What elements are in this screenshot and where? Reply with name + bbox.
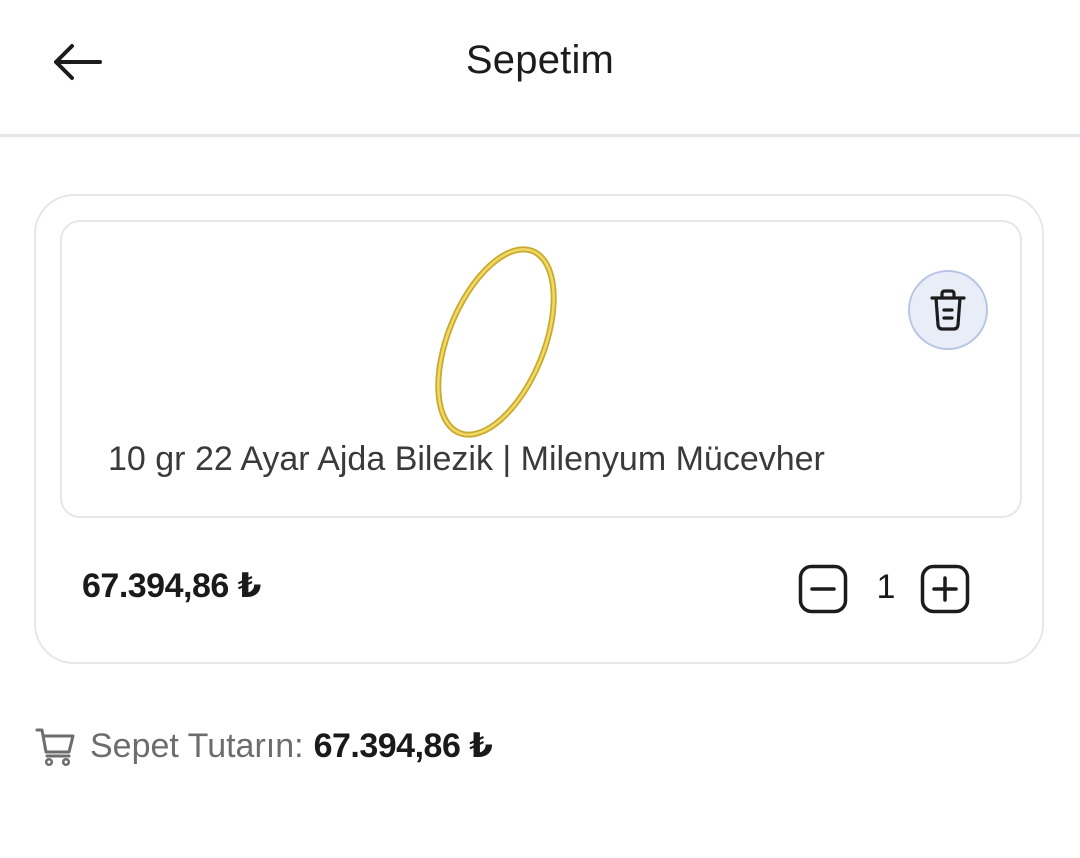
quantity-value: 1	[876, 568, 896, 606]
cart-summary: Sepet Tutarın: 67.394,86 ₺	[34, 722, 493, 770]
product-box[interactable]: 10 gr 22 Ayar Ajda Bilezik | Milenyum Mü…	[60, 220, 1022, 518]
item-price: 67.394,86 ₺	[82, 567, 261, 605]
product-name[interactable]: 10 gr 22 Ayar Ajda Bilezik | Milenyum Mü…	[108, 440, 825, 479]
decrease-quantity-button[interactable]	[798, 564, 848, 614]
minus-square-icon	[798, 564, 848, 614]
summary-total: 67.394,86 ₺	[313, 727, 493, 765]
increase-quantity-button[interactable]	[920, 564, 970, 614]
gold-bangle-image[interactable]	[426, 242, 566, 442]
app-header: Sepetim	[0, 0, 1080, 137]
page-title: Sepetim	[465, 38, 615, 82]
cart-icon	[34, 724, 78, 768]
summary-label: Sepet Tutarın:	[90, 726, 304, 765]
plus-square-icon	[920, 564, 970, 614]
trash-icon	[930, 289, 966, 331]
delete-button[interactable]	[908, 270, 988, 350]
cart-item-card: 10 gr 22 Ayar Ajda Bilezik | Milenyum Mü…	[34, 194, 1044, 664]
